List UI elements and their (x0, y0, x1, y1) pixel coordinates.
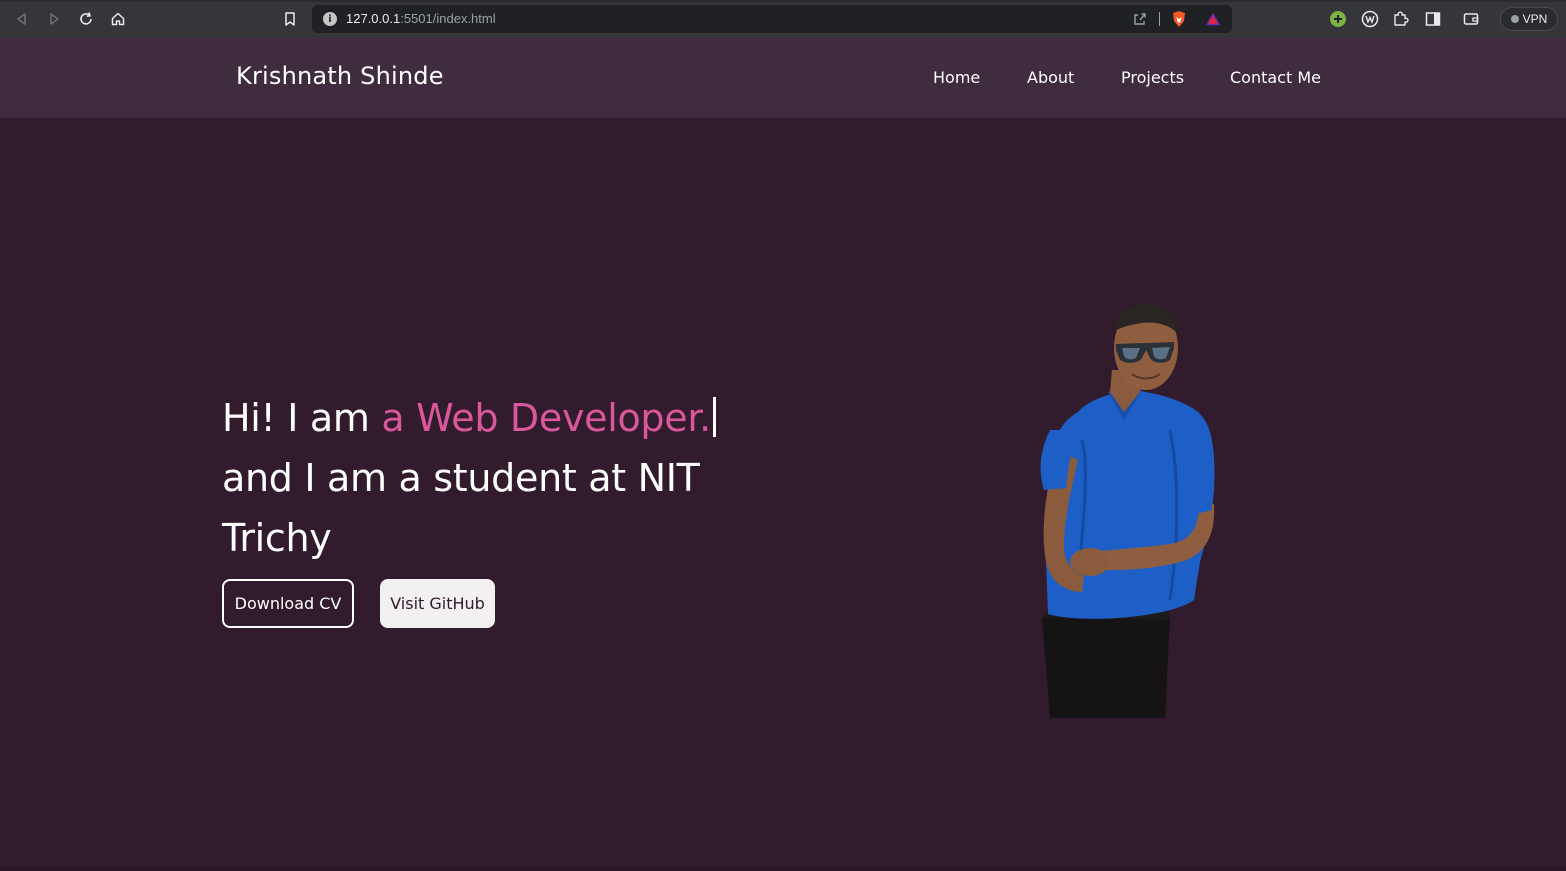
brave-rewards-button[interactable] (1205, 11, 1221, 27)
url-text[interactable]: 127.0.0.1:5501/index.html (346, 11, 496, 26)
brave-shields-button[interactable] (1171, 11, 1187, 27)
reload-icon (80, 12, 92, 25)
sidebar-toggle-button[interactable] (1424, 10, 1442, 28)
hero-headline: Hi! I am a Web Developer. and I am a stu… (222, 388, 782, 568)
vpn-label: VPN (1522, 12, 1548, 26)
hero-line-1: Hi! I am a Web Developer. (222, 388, 782, 448)
vpn-status-icon (1510, 15, 1519, 23)
triangle-rewards-icon (1205, 12, 1221, 26)
site-info-icon[interactable]: i (323, 12, 337, 26)
tab-strip (0, 0, 1566, 2)
extension-w-button[interactable] (1361, 10, 1379, 28)
address-bar-divider (1159, 12, 1160, 26)
wallet-button[interactable] (1462, 10, 1480, 28)
back-button[interactable] (12, 9, 32, 29)
wallet-icon (1463, 13, 1479, 25)
typing-caret (712, 397, 716, 437)
share-icon (1134, 13, 1146, 25)
w-logo-icon (1361, 10, 1379, 28)
forward-button[interactable] (44, 9, 64, 29)
puzzle-piece-icon (1394, 11, 1409, 26)
home-button[interactable] (108, 9, 128, 29)
reload-button[interactable] (76, 9, 96, 29)
back-arrow-icon (17, 13, 26, 25)
typed-role-text: a Web Developer. (381, 396, 711, 440)
download-cv-button[interactable]: Download CV (222, 579, 354, 628)
address-bar[interactable]: i 127.0.0.1:5501/index.html (312, 5, 1232, 33)
vpn-button[interactable]: VPN (1500, 7, 1558, 31)
url-host: 127.0.0.1 (346, 11, 401, 26)
home-icon (111, 12, 125, 26)
nav-links: Home About Projects Contact Me (0, 68, 1566, 90)
lion-shield-icon (1173, 11, 1185, 27)
site-navbar: Krishnath Shinde Home About Projects Con… (0, 38, 1566, 118)
hero-intro-text: Hi! I am (222, 396, 382, 440)
bookmark-icon (285, 12, 295, 26)
sidebar-icon (1425, 12, 1441, 26)
hero-line-2: and I am a student at NIT (222, 456, 700, 500)
nav-home[interactable]: Home (933, 68, 980, 87)
page-bottom-edge (0, 866, 1566, 871)
plus-circle-icon (1330, 11, 1346, 27)
share-button[interactable] (1132, 11, 1148, 27)
nav-contact[interactable]: Contact Me (1230, 68, 1321, 87)
visit-github-button[interactable]: Visit GitHub (380, 579, 495, 628)
browser-toolbar: i 127.0.0.1:5501/index.html VPN (0, 0, 1566, 38)
extension-add-button[interactable] (1329, 10, 1347, 28)
profile-photo (1020, 300, 1230, 720)
nav-about[interactable]: About (1027, 68, 1074, 87)
hero-line-3: Trichy (222, 516, 332, 560)
person-portrait-illustration (1040, 303, 1215, 718)
extensions-button[interactable] (1392, 10, 1410, 28)
nav-projects[interactable]: Projects (1121, 68, 1184, 87)
bookmark-button[interactable] (280, 9, 300, 29)
forward-arrow-icon (50, 13, 59, 25)
url-path: :5501/index.html (400, 11, 496, 26)
